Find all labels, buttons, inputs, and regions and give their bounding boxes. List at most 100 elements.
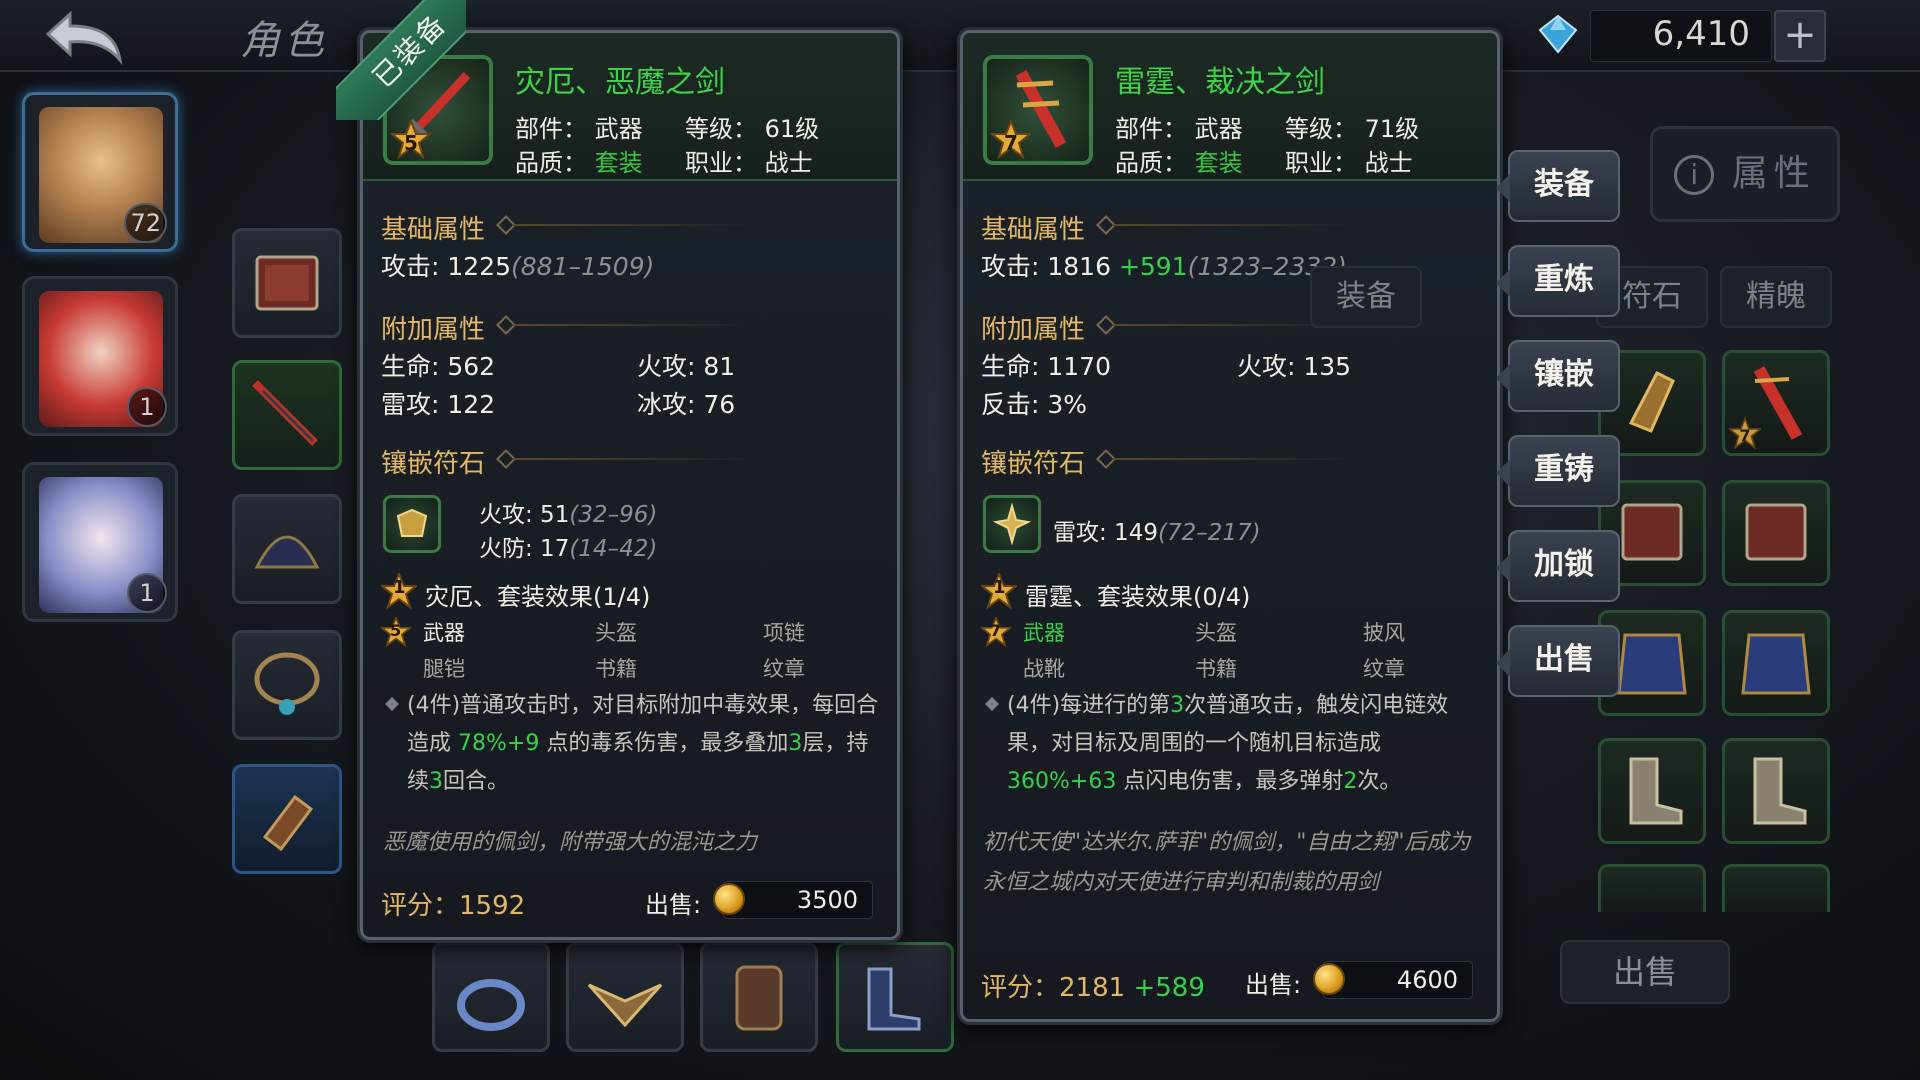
bracer-icon [262, 794, 314, 852]
boots-slot[interactable] [836, 942, 954, 1052]
extra-stat: 生命: 1170 [981, 352, 1111, 381]
sell-price: 4600 [1323, 961, 1473, 999]
set-item: 披风 [1363, 621, 1405, 645]
compare-item-panel: 7 雷霆、裁决之剑 部件： 武器 等级： 71级 品质： 套装 职业： 战士 基… [960, 30, 1500, 1022]
divider [513, 458, 753, 460]
inlay-button[interactable]: 镶嵌 [1496, 340, 1620, 412]
flavor-text: 初代天使"达米尔.萨菲"的佩剑，"自由之翔"后成为永恒之城内对天使进行审判和制裁… [983, 830, 1471, 895]
divider [1113, 224, 1353, 226]
equipped-ribbon: 已装备 [336, 0, 466, 120]
hero-portrait-1[interactable]: 72 [22, 92, 178, 252]
divider [513, 324, 753, 326]
book-icon [1745, 503, 1807, 561]
bullet [384, 696, 400, 712]
set-number: 1 [993, 577, 1006, 598]
inventory-slot[interactable] [1722, 864, 1830, 912]
item-class: 职业： 战士 [1285, 149, 1413, 177]
reforge-button[interactable]: 重炼 [1496, 245, 1620, 317]
gold-coin-icon [713, 883, 745, 915]
base-attr-title: 基础属性 [381, 215, 486, 245]
item-score: 评分：1592 [381, 891, 526, 921]
set-item: 头盔 [1195, 621, 1237, 645]
flavor-text: 恶魔使用的佩剑，附带强大的混沌之力 [383, 830, 758, 855]
book-slot[interactable] [232, 228, 342, 338]
set-star: 7 [990, 621, 1002, 640]
rune-title: 镶嵌符石 [381, 449, 486, 479]
item-icon-frame: 7 [983, 55, 1093, 165]
emblem-icon [587, 983, 663, 1028]
sell-label: 出售: [645, 891, 702, 919]
item-score: 评分：2181 +589 [981, 973, 1205, 1003]
item-quality: 品质： 套装 [515, 149, 643, 177]
inventory-slot[interactable] [1598, 864, 1706, 912]
set-item: 书籍 [595, 657, 637, 681]
set-item: 腿铠 [423, 657, 465, 681]
item-slot: 部件： 武器 [515, 115, 643, 143]
sell-price: 3500 [723, 881, 873, 919]
extra-stat: 火攻: 135 [1237, 352, 1352, 381]
cape-icon [1741, 633, 1811, 695]
armor-icon [735, 965, 783, 1031]
inventory-slot[interactable] [1722, 480, 1830, 586]
bracer-slot[interactable] [232, 764, 342, 874]
inventory-slot[interactable] [1722, 738, 1830, 844]
armor-slot[interactable] [700, 942, 818, 1052]
hero-level: 72 [124, 203, 167, 243]
boots-icon [1753, 757, 1807, 825]
hero-portrait-2[interactable]: 1 [22, 276, 178, 436]
hero-portrait-3[interactable]: 1 [22, 462, 178, 622]
sell-button[interactable]: 出售 [1496, 625, 1620, 697]
attribute-tab-label: 属性 [1731, 153, 1816, 194]
divider [513, 224, 753, 226]
gem-icon [1536, 12, 1580, 56]
boots-icon [867, 967, 921, 1031]
base-attr-title: 基础属性 [981, 215, 1086, 245]
inventory-slot[interactable] [1598, 738, 1706, 844]
set-item: 头盔 [595, 621, 637, 645]
book-icon [255, 255, 319, 311]
attribute-tab[interactable]: i 属性 [1650, 126, 1840, 222]
weapon-slot[interactable] [232, 360, 342, 470]
extra-stat: 生命: 562 [381, 352, 496, 381]
currency-value: 6,410 [1652, 14, 1750, 54]
set-item: 武器 [1023, 621, 1065, 645]
set-title: 雷霆、套装效果(0/4) [1025, 583, 1251, 611]
rune-stat: 雷攻: 149(72–217) [1053, 520, 1261, 546]
ring-slot[interactable] [432, 942, 550, 1052]
ring-icon [457, 979, 525, 1031]
lock-button[interactable]: 加锁 [1496, 530, 1620, 602]
hero-level: 1 [127, 573, 167, 613]
helmet-slot[interactable] [232, 494, 342, 604]
inventory-slot[interactable] [1722, 610, 1830, 716]
emblem-slot[interactable] [566, 942, 684, 1052]
rune-icon[interactable] [983, 495, 1041, 553]
set-item: 武器 [423, 621, 465, 645]
recast-button[interactable]: 重铸 [1496, 435, 1620, 507]
page-title: 角色 [240, 18, 328, 64]
back-arrow-icon[interactable] [40, 6, 130, 66]
extra-stat: 冰攻: 76 [637, 390, 736, 419]
divider [1113, 458, 1353, 460]
set-item: 战靴 [1023, 657, 1065, 681]
sell-label: 出售: [1245, 971, 1302, 999]
tab-equipment[interactable]: 装备 [1310, 266, 1422, 328]
item-star: 7 [1004, 131, 1018, 155]
necklace-icon [254, 652, 320, 715]
item-star: 5 [404, 131, 418, 155]
item-name: 灾厄、恶魔之剑 [515, 65, 725, 100]
rune-icon[interactable] [383, 495, 441, 553]
necklace-slot[interactable] [232, 630, 342, 740]
item-name: 雷霆、裁决之剑 [1115, 65, 1325, 100]
set-effect-desc: (4件)普通攻击时，对目标附加中毒效果，每回合造成 78%+9 点的毒系伤害，最… [407, 693, 879, 794]
set-item: 书籍 [1195, 657, 1237, 681]
equip-button[interactable]: 装备 [1496, 150, 1620, 222]
item-slot: 部件： 武器 [1115, 115, 1243, 143]
add-currency-button[interactable]: + [1774, 10, 1826, 62]
rune-stat: 火攻: 51(32–96) [479, 502, 658, 528]
inventory-star: 7 [1739, 426, 1751, 445]
inventory-slot[interactable]: 7 [1722, 350, 1830, 456]
tab-spirit[interactable]: 精魄 [1720, 266, 1832, 328]
sell-all-button[interactable]: 出售 [1560, 940, 1730, 1004]
item-level: 等级： 71级 [1285, 115, 1420, 143]
bullet [984, 696, 1000, 712]
